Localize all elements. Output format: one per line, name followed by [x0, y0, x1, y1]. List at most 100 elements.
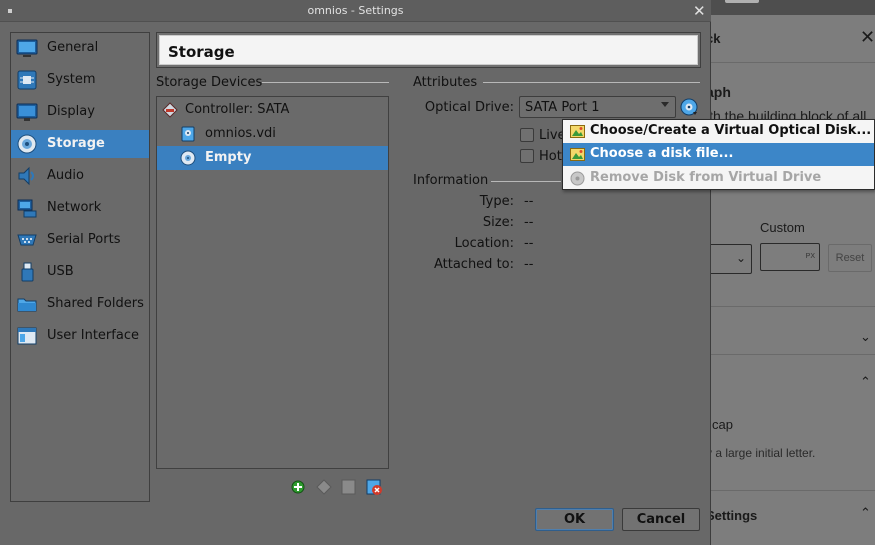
divider: [710, 490, 875, 491]
storage-icon: [17, 134, 37, 154]
add-controller-icon[interactable]: [289, 477, 309, 497]
sidebar-item-label: Storage: [47, 136, 105, 151]
type-label: Type:: [479, 194, 514, 209]
chevron-down-icon: ⌄: [735, 251, 746, 265]
tree-row-optical[interactable]: Empty: [157, 146, 388, 170]
attached-to-label: Attached to:: [433, 257, 514, 272]
type-value: --: [524, 194, 534, 209]
controller-icon: [162, 102, 178, 118]
optical-disk-image-icon: [570, 125, 585, 138]
attributes-title: Attributes: [413, 75, 478, 90]
size-label: Size:: [482, 215, 514, 230]
background-editor-panel: ck ✕ aph ith the building block of all C…: [710, 0, 875, 545]
audio-icon: [18, 166, 34, 186]
sidebar-item-user-interface[interactable]: User Interface: [11, 322, 149, 350]
tree-item-label: omnios.vdi: [205, 126, 276, 141]
optical-disc-popup-menu: Choose/Create a Virtual Optical Disk... …: [562, 119, 875, 190]
storage-devices-title: Storage Devices: [156, 75, 263, 90]
sidebar-item-general[interactable]: General: [11, 34, 149, 62]
divider: [710, 354, 875, 355]
menu-item-choose-disk-file[interactable]: Choose a disk file...: [563, 143, 874, 166]
divider: [483, 82, 700, 83]
location-label: Location:: [454, 236, 514, 251]
sidebar-item-storage[interactable]: Storage: [11, 130, 149, 158]
user-interface-icon: [17, 327, 37, 345]
page-header: Storage: [156, 32, 701, 68]
menu-item-choose-create-optical-disk[interactable]: Choose/Create a Virtual Optical Disk...: [563, 120, 874, 143]
network-icon: [17, 199, 37, 218]
usb-icon: [21, 262, 34, 282]
hot-pluggable-label: Hot: [539, 149, 562, 164]
attached-to-value: --: [524, 257, 534, 272]
remove-disk-icon: [570, 171, 585, 186]
page-title: Storage: [168, 43, 235, 61]
location-value: --: [524, 236, 534, 251]
sidebar-item-label: Serial Ports: [47, 232, 121, 247]
size-value: --: [524, 215, 534, 230]
storage-tree: Controller: SATA omnios.vdi Empty: [156, 96, 389, 469]
editor-top-button[interactable]: [725, 0, 759, 3]
shared-folders-icon: [17, 298, 37, 312]
editor-block-tab[interactable]: ck: [710, 31, 720, 46]
chevron-down-icon: [661, 102, 669, 107]
optical-drive-label: Optical Drive:: [424, 100, 514, 115]
custom-size-label: Custom: [760, 220, 805, 235]
custom-size-input[interactable]: PX: [760, 243, 820, 271]
divider: [710, 306, 875, 307]
sidebar-item-label: USB: [47, 264, 74, 279]
optical-disc-icon: [180, 150, 196, 166]
menu-item-remove-disk[interactable]: Remove Disk from Virtual Drive: [563, 167, 874, 190]
system-icon: [17, 70, 37, 90]
disk-file-icon: [570, 148, 585, 161]
remove-controller-icon[interactable]: [314, 477, 334, 497]
sidebar-item-shared-folders[interactable]: Shared Folders: [11, 290, 149, 318]
settings-dialog: omnios - Settings ✕ General System Displ…: [0, 0, 711, 545]
sidebar-item-system[interactable]: System: [11, 66, 149, 94]
hard-disk-icon: [181, 126, 195, 142]
title-bar: omnios - Settings ✕: [0, 0, 711, 22]
chevron-up-icon[interactable]: ⌃: [860, 505, 871, 521]
sidebar-item-label: System: [47, 72, 96, 87]
menu-item-label: Choose/Create a Virtual Optical Disk...: [590, 123, 872, 138]
sidebar-item-network[interactable]: Network: [11, 194, 149, 222]
sidebar-item-serial-ports[interactable]: Serial Ports: [11, 226, 149, 254]
tree-row-controller[interactable]: Controller: SATA: [157, 98, 388, 122]
settings-sidebar: General System Display Storage Audio Net…: [10, 32, 150, 502]
tree-item-label: Empty: [205, 150, 252, 165]
divider: [491, 181, 561, 182]
add-attachment-icon[interactable]: [339, 477, 359, 497]
chevron-up-icon[interactable]: ⌃: [860, 374, 871, 390]
drop-cap-description: v a large initial letter.: [710, 446, 816, 460]
reset-button[interactable]: Reset: [828, 244, 872, 272]
tree-row-disk[interactable]: omnios.vdi: [157, 122, 388, 146]
drop-cap-label: cap: [712, 417, 733, 432]
remove-attachment-icon[interactable]: [364, 477, 384, 497]
optical-disc-menu-icon[interactable]: [680, 98, 698, 116]
editor-sidebar-header: ck ✕: [710, 15, 875, 63]
sidebar-item-audio[interactable]: Audio: [11, 162, 149, 190]
sidebar-item-label: Audio: [47, 168, 84, 183]
chevron-down-icon[interactable]: ⌄: [860, 329, 871, 345]
sidebar-item-display[interactable]: Display: [11, 98, 149, 126]
optical-drive-value: SATA Port 1: [525, 100, 600, 115]
display-icon: [16, 103, 38, 121]
font-size-select[interactable]: ⌄: [710, 244, 752, 274]
sidebar-item-usb[interactable]: USB: [11, 258, 149, 286]
sidebar-item-label: Display: [47, 104, 95, 119]
serial-ports-icon: [17, 234, 37, 246]
sidebar-item-label: Network: [47, 200, 102, 215]
sidebar-item-label: User Interface: [47, 328, 139, 343]
cancel-button[interactable]: Cancel: [622, 508, 700, 531]
close-icon[interactable]: ✕: [860, 28, 875, 46]
hot-pluggable-checkbox[interactable]: [520, 149, 534, 163]
sidebar-item-label: Shared Folders: [47, 296, 144, 311]
settings-section-title[interactable]: Settings: [710, 508, 757, 523]
close-icon[interactable]: ✕: [693, 2, 706, 20]
live-cd-checkbox[interactable]: [520, 128, 534, 142]
window-title: omnios - Settings: [307, 4, 404, 17]
sidebar-item-label: General: [47, 40, 99, 55]
menu-item-label: Choose a disk file...: [590, 146, 734, 161]
optical-drive-select[interactable]: SATA Port 1: [519, 96, 676, 118]
ok-button[interactable]: OK: [535, 508, 614, 531]
controller-label: Controller: SATA: [185, 102, 290, 117]
